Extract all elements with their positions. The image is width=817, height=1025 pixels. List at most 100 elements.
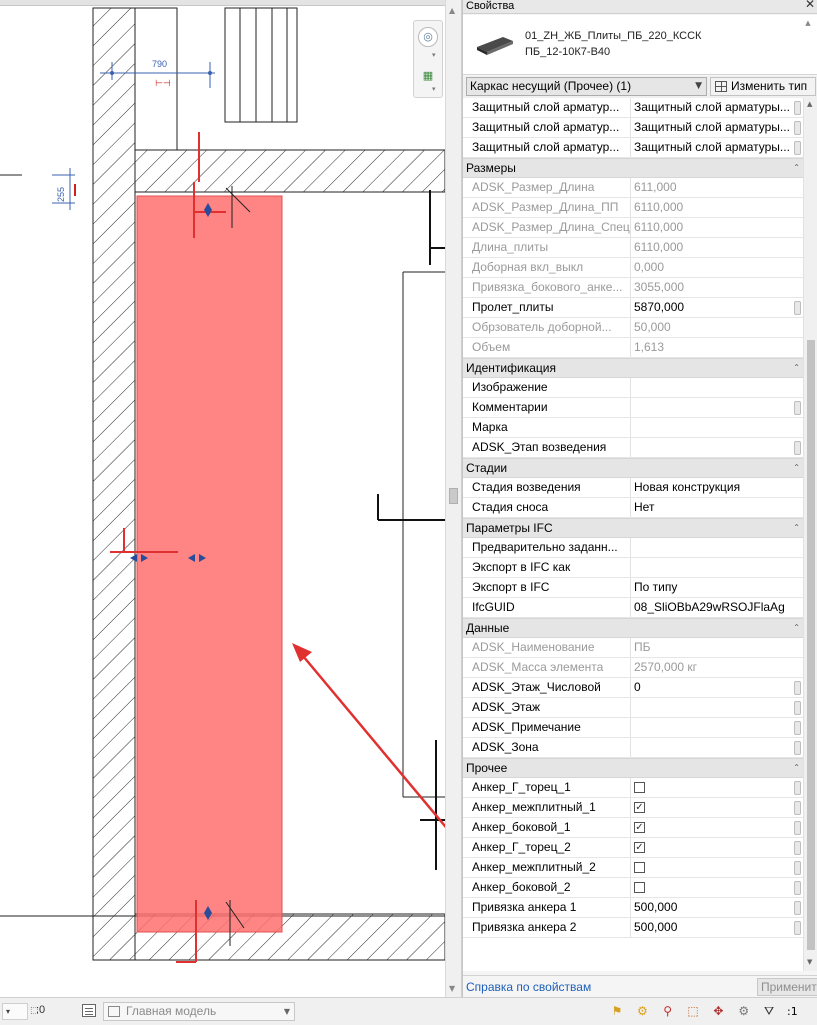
property-value[interactable]: 500,000: [630, 918, 799, 937]
property-value[interactable]: [630, 718, 799, 737]
associate-parameter-button[interactable]: [794, 901, 801, 915]
property-value[interactable]: По типу: [630, 578, 799, 597]
property-group-header[interactable]: Параметры IFC ⌃: [463, 518, 803, 538]
zoom-icon[interactable]: ▦: [420, 69, 436, 83]
checkbox-checked[interactable]: ✓: [634, 822, 645, 833]
collapse-icon[interactable]: ⌃: [793, 359, 800, 377]
property-group-header[interactable]: Стадии ⌃: [463, 458, 803, 478]
steering-wheel-icon[interactable]: ◎: [418, 27, 438, 47]
property-name: ADSK_Размер_Длина_ПП: [472, 198, 630, 217]
scroll-thumb[interactable]: [807, 340, 815, 950]
property-group-header[interactable]: Размеры ⌃: [463, 158, 803, 178]
property-value[interactable]: [630, 698, 799, 717]
property-grid-scrollbar[interactable]: ▲ ▼: [803, 98, 817, 971]
drawing-canvas[interactable]: 790 ⊢⊣ 255 ◎ ▾ ▦ ▾: [0, 0, 445, 997]
associate-parameter-button[interactable]: [794, 881, 801, 895]
associate-parameter-button[interactable]: [794, 301, 801, 315]
property-row: Стадия сноса Нет: [463, 498, 803, 518]
property-value[interactable]: 08_SliOBbA29wRSOJFlaAg: [630, 598, 799, 617]
property-value[interactable]: 500,000: [630, 898, 799, 917]
active-model-dropdown[interactable]: Главная модель ▼: [103, 1002, 295, 1021]
associate-parameter-button[interactable]: [794, 821, 801, 835]
background-process-icon[interactable]: ⚙: [733, 1002, 755, 1020]
property-group-header[interactable]: Прочее ⌃: [463, 758, 803, 778]
property-value[interactable]: [630, 778, 799, 797]
property-name: Анкер_Г_торец_1: [472, 778, 630, 797]
associate-parameter-button[interactable]: [794, 801, 801, 815]
property-value[interactable]: ✓: [630, 838, 799, 857]
associate-parameter-button[interactable]: [794, 441, 801, 455]
checkbox-checked[interactable]: ✓: [634, 802, 645, 813]
property-value[interactable]: Нет: [630, 498, 799, 517]
property-name: ADSK_Масса элемента: [472, 658, 630, 677]
associate-parameter-button[interactable]: [794, 741, 801, 755]
property-value[interactable]: Защитный слой арматуры...: [630, 118, 799, 137]
select-links-icon[interactable]: ⚑: [606, 1002, 628, 1020]
collapse-icon[interactable]: ⌃: [793, 619, 800, 637]
checkbox-unchecked[interactable]: [634, 882, 645, 893]
property-name: Анкер_Г_торец_2: [472, 838, 630, 857]
property-value[interactable]: [630, 418, 799, 437]
navigation-bar[interactable]: ◎ ▾ ▦ ▾: [413, 20, 443, 98]
floor-plan-drawing[interactable]: 790 ⊢⊣ 255: [0, 0, 445, 997]
scroll-down-icon[interactable]: ▼: [807, 958, 812, 966]
property-value[interactable]: [630, 378, 799, 397]
type-selector[interactable]: 01_ZH_ЖБ_Плиты_ПБ_220_КССК ПБ_12-10К7-В4…: [463, 15, 817, 75]
associate-parameter-button[interactable]: [794, 921, 801, 935]
collapse-icon[interactable]: ⌃: [793, 459, 800, 477]
property-value[interactable]: ✓: [630, 798, 799, 817]
property-value[interactable]: Защитный слой арматуры...: [630, 138, 799, 157]
property-value[interactable]: Защитный слой арматуры...: [630, 98, 799, 117]
property-value[interactable]: Новая конструкция: [630, 478, 799, 497]
associate-parameter-button[interactable]: [794, 841, 801, 855]
scroll-down-icon[interactable]: ▼: [449, 984, 455, 993]
drag-elements-icon[interactable]: ✥: [707, 1002, 729, 1020]
associate-parameter-button[interactable]: [794, 681, 801, 695]
checkbox-unchecked[interactable]: [634, 862, 645, 873]
property-value[interactable]: [630, 558, 799, 577]
type-scroll[interactable]: ▲: [802, 19, 814, 71]
associate-parameter-button[interactable]: [794, 781, 801, 795]
property-value[interactable]: ✓: [630, 818, 799, 837]
associate-parameter-button[interactable]: [794, 861, 801, 875]
property-group-header[interactable]: Идентификация ⌃: [463, 358, 803, 378]
scroll-up-icon[interactable]: ▲: [807, 100, 812, 108]
workset-dropdown[interactable]: ▾: [2, 1003, 28, 1020]
panel-splitter[interactable]: ▲ ▼: [445, 0, 462, 997]
splitter-thumb[interactable]: [449, 488, 458, 504]
property-value[interactable]: [630, 738, 799, 757]
collapse-icon[interactable]: ⌃: [793, 759, 800, 777]
select-pinned-icon[interactable]: ⚲: [657, 1002, 679, 1020]
apply-button[interactable]: Применить: [757, 978, 817, 996]
property-value[interactable]: [630, 398, 799, 417]
checkbox-unchecked[interactable]: [634, 782, 645, 793]
select-underlay-icon[interactable]: ⚙: [631, 1002, 653, 1020]
edit-type-button[interactable]: Изменить тип: [710, 77, 816, 96]
select-by-face-icon[interactable]: ⬚: [682, 1002, 704, 1020]
property-value[interactable]: 0: [630, 678, 799, 697]
scroll-up-icon[interactable]: ▲: [449, 6, 455, 15]
property-value[interactable]: 5870,000: [630, 298, 799, 317]
property-value[interactable]: [630, 438, 799, 457]
chevron-down-icon[interactable]: ▾: [432, 51, 436, 59]
collapse-icon[interactable]: ⌃: [793, 519, 800, 537]
collapse-icon[interactable]: ⌃: [793, 159, 800, 177]
associate-parameter-button[interactable]: [794, 701, 801, 715]
property-value[interactable]: [630, 538, 799, 557]
associate-parameter-button[interactable]: [794, 141, 801, 155]
help-link[interactable]: Справка по свойствам: [466, 980, 591, 994]
instance-filter-dropdown[interactable]: Каркас несущий (Прочее) (1) ▼: [466, 77, 707, 96]
scroll-up-icon[interactable]: ▲: [802, 19, 814, 27]
filter-icon[interactable]: ⛛: [758, 1002, 780, 1020]
chevron-down-icon[interactable]: ▾: [432, 85, 436, 93]
property-value[interactable]: [630, 878, 799, 897]
associate-parameter-button[interactable]: [794, 121, 801, 135]
associate-parameter-button[interactable]: [794, 721, 801, 735]
property-group-header[interactable]: Данные ⌃: [463, 618, 803, 638]
checkbox-checked[interactable]: ✓: [634, 842, 645, 853]
design-options-icon[interactable]: [82, 1004, 96, 1017]
associate-parameter-button[interactable]: [794, 101, 801, 115]
associate-parameter-button[interactable]: [794, 401, 801, 415]
property-value[interactable]: [630, 858, 799, 877]
close-icon[interactable]: ✕: [805, 0, 815, 11]
